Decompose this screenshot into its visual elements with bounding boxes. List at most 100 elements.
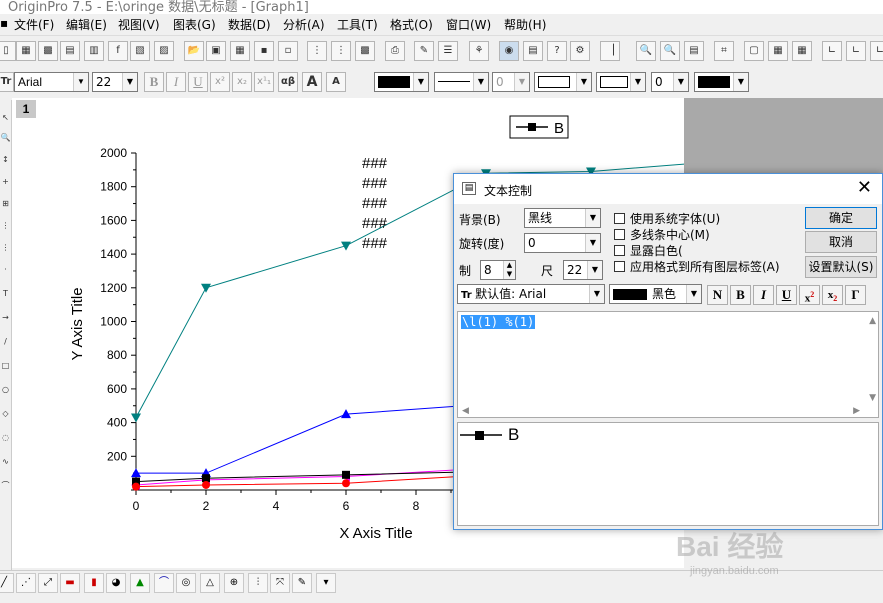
line-width-combo[interactable]: 0 ▼ — [492, 72, 530, 92]
pointer-icon[interactable]: ↖ — [0, 112, 11, 124]
chevron-down-icon[interactable]: ▼ — [587, 261, 602, 279]
background-combo[interactable]: 黑线 ▼ — [524, 208, 601, 228]
import-excel-icon[interactable]: ▩ — [355, 41, 375, 61]
menu-format[interactable]: 格式(O) — [390, 16, 433, 33]
open-excel-icon[interactable]: ▦ — [230, 41, 250, 61]
menu-edit[interactable]: 编辑(E) — [66, 16, 107, 33]
results-log-icon[interactable]: ◉ — [499, 41, 519, 61]
fill-area-icon[interactable]: ⌒ — [154, 573, 174, 593]
line-style-combo[interactable]: ▼ — [434, 72, 489, 92]
menu-tools[interactable]: 工具(T) — [337, 16, 378, 33]
text-edit-area[interactable]: \l(1) %(1) ▲ ▼ ◀ ▶ — [457, 311, 879, 418]
new-layout-icon[interactable]: ▧ — [130, 41, 150, 61]
subscript-button[interactable]: x₂ — [232, 72, 252, 92]
import-multiple-icon[interactable]: ⋮ — [331, 41, 351, 61]
scatter-plot-icon[interactable]: ⋰ — [16, 573, 36, 593]
size-control-spinner[interactable]: 8 ▲ ▼ — [480, 260, 516, 280]
font-combo[interactable]: Tr 默认值: Arial ▼ — [457, 284, 605, 304]
rectangle-tool-icon[interactable]: □ — [0, 360, 11, 372]
arrow-tool-icon[interactable]: → — [0, 312, 11, 324]
pattern-combo[interactable]: 0 ▼ — [651, 72, 689, 92]
custom-routine-icon[interactable]: ⚙ — [570, 41, 590, 61]
menu-window[interactable]: 窗口(W) — [446, 16, 491, 33]
font-type-icon[interactable]: Tr — [0, 72, 14, 92]
italic-button[interactable]: I — [166, 72, 186, 92]
chevron-down-icon[interactable]: ▼ — [576, 73, 591, 91]
multiline-center-checkbox[interactable] — [614, 229, 625, 240]
arrange-layers-icon[interactable]: ▦ — [768, 41, 788, 61]
superscript-button[interactable]: x2 — [799, 285, 820, 305]
scroll-left-icon[interactable]: ◀ — [462, 406, 469, 416]
line-tool-icon[interactable]: / — [0, 336, 11, 348]
new-notes-icon[interactable]: ▨ — [154, 41, 174, 61]
line-symbol-icon[interactable]: ⤢ — [38, 573, 58, 593]
polar-plot-icon[interactable]: ◎ — [176, 573, 196, 593]
screen-reader-icon[interactable]: + — [0, 176, 11, 188]
pie-chart-icon[interactable]: ◕ — [106, 573, 126, 593]
axis-bottom-icon[interactable]: ∟ — [846, 41, 866, 61]
set-default-button[interactable]: 设置默认(S) — [805, 256, 877, 278]
new-excel-icon[interactable]: ▩ — [38, 41, 58, 61]
normal-button[interactable]: N — [707, 285, 728, 305]
duplicate-icon[interactable]: ☰ — [438, 41, 458, 61]
greek-button[interactable]: αβ — [278, 72, 298, 92]
freehand-tool-icon[interactable]: ∿ — [0, 456, 11, 468]
column-chart-icon[interactable]: ▮ — [84, 573, 104, 593]
font-size-combo[interactable]: 22 ▼ — [92, 72, 138, 92]
template-library-icon[interactable]: ✎ — [292, 573, 312, 593]
scale-tool-icon[interactable]: ↕ — [0, 154, 11, 166]
line-plot-icon[interactable]: ╱ — [0, 573, 14, 593]
ok-button[interactable]: 确定 — [805, 207, 877, 229]
open-template-icon[interactable]: ▣ — [206, 41, 226, 61]
chevron-down-icon[interactable]: ▼ — [73, 73, 88, 91]
underline-button[interactable]: U — [188, 72, 208, 92]
whole-page-icon[interactable]: ▤ — [684, 41, 704, 61]
menu-file[interactable]: 文件(F) — [14, 16, 54, 33]
more-plots-icon[interactable]: ▾ — [316, 573, 336, 593]
refresh-icon[interactable]: ✎ — [414, 41, 434, 61]
line-color-combo[interactable]: ▼ — [374, 72, 429, 92]
menu-view[interactable]: 视图(V) — [118, 16, 160, 33]
new-project-icon[interactable]: ▯ — [0, 41, 16, 61]
region-tool-icon[interactable]: ◌ — [0, 432, 11, 444]
new-matrix-icon[interactable]: ▥ — [84, 41, 104, 61]
text-tool-icon[interactable]: T — [0, 288, 11, 300]
menu-help[interactable]: 帮助(H) — [504, 16, 546, 33]
circle-tool-icon[interactable]: ○ — [0, 384, 11, 396]
zoom-out-icon[interactable]: 🔍 — [660, 41, 680, 61]
print-icon[interactable]: ⎙ — [385, 41, 405, 61]
open-icon[interactable]: 📂 — [184, 41, 204, 61]
new-graph-icon[interactable]: ▤ — [60, 41, 80, 61]
menu-graph[interactable]: 图表(G) — [173, 16, 216, 33]
menu-data[interactable]: 数据(D) — [228, 16, 271, 33]
axis-both-icon[interactable]: ∟ — [870, 41, 883, 61]
ternary-plot-icon[interactable]: △ — [200, 573, 220, 593]
project-explorer-icon[interactable]: ⚘ — [469, 41, 489, 61]
save-icon[interactable]: ▪ — [254, 41, 274, 61]
subscript-button[interactable]: x2 — [822, 285, 843, 305]
new-worksheet-icon[interactable]: ▦ — [16, 41, 36, 61]
zoom-tool-icon[interactable]: 🔍 — [0, 132, 11, 144]
smith-chart-icon[interactable]: ⊕ — [224, 573, 244, 593]
polygon-tool-icon[interactable]: ◇ — [0, 408, 11, 420]
cancel-button[interactable]: 取消 — [805, 231, 877, 253]
zoom-in-icon[interactable]: 🔍 — [636, 41, 656, 61]
zoom-plot-icon[interactable]: ⤧ — [270, 573, 290, 593]
vector-plot-icon[interactable]: ⫶ — [248, 573, 268, 593]
new-function-icon[interactable]: f — [108, 41, 128, 61]
scroll-down-icon[interactable]: ▼ — [869, 393, 876, 403]
scroll-up-icon[interactable]: ▲ — [869, 316, 876, 326]
chevron-down-icon[interactable]: ▼ — [585, 209, 600, 227]
dialog-titlebar[interactable]: ▤ 文本控制 ✕ — [454, 174, 882, 204]
superscript-button[interactable]: x² — [210, 72, 230, 92]
italic-button[interactable]: I — [753, 285, 774, 305]
chevron-down-icon[interactable]: ▼ — [585, 234, 600, 252]
app-icon[interactable]: ▪ — [0, 16, 8, 30]
chevron-down-icon[interactable]: ▼ — [630, 73, 645, 91]
rotation-combo[interactable]: 0 ▼ — [524, 233, 601, 253]
increase-font-button[interactable]: A — [302, 72, 322, 92]
text-color-combo[interactable]: 黑色 ▼ — [609, 284, 702, 304]
super-subscript-button[interactable]: x¹₁ — [254, 72, 274, 92]
border-color-combo[interactable]: ▼ — [694, 72, 749, 92]
save-template-icon[interactable]: ▫ — [278, 41, 298, 61]
